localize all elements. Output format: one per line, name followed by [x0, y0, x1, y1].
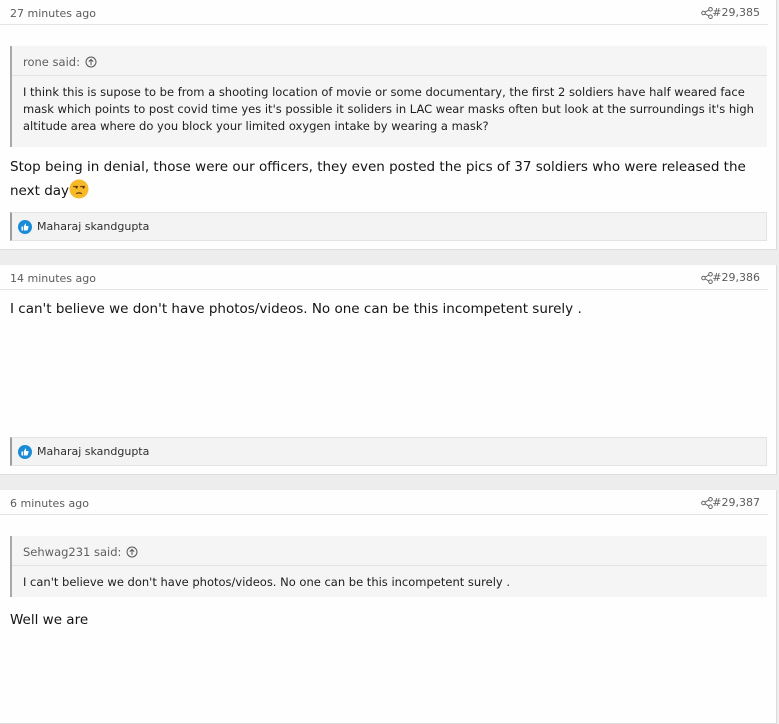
quote-author[interactable]: rone said:	[23, 55, 80, 69]
share-icon[interactable]	[701, 272, 713, 284]
message-text: I can't believe we don't have photos/vid…	[10, 301, 582, 317]
message-text: Stop being in denial, those were our off…	[10, 159, 746, 199]
quote-block: Sehwag231 said: I can't believe we don't…	[10, 536, 767, 597]
quote-header[interactable]: Sehwag231 said:	[12, 536, 767, 566]
reactions-bar[interactable]: Maharaj skandgupta	[10, 212, 767, 241]
post-header: 6 minutes ago #29,387	[0, 490, 768, 515]
post-message: Stop being in denial, those were our off…	[10, 156, 762, 203]
post-29385: 27 minutes ago #29,385 rone said: I thin…	[0, 0, 777, 250]
reaction-users[interactable]: Maharaj skandgupta	[37, 220, 149, 233]
post-number[interactable]: #29,387	[712, 496, 760, 509]
arrow-up-circle-icon[interactable]	[85, 56, 97, 68]
post-time[interactable]: 14 minutes ago	[10, 272, 96, 285]
quote-header[interactable]: rone said:	[12, 46, 767, 76]
post-message: Well we are	[10, 609, 762, 632]
post-header: 27 minutes ago #29,385	[0, 0, 768, 25]
reactions-bar[interactable]: Maharaj skandgupta	[10, 437, 767, 466]
post-message: I can't believe we don't have photos/vid…	[10, 298, 762, 321]
quote-text: I can't believe we don't have photos/vid…	[23, 575, 511, 589]
message-text: Well we are	[10, 612, 89, 628]
share-icon[interactable]	[701, 497, 713, 509]
post-time[interactable]: 6 minutes ago	[10, 497, 89, 510]
post-number[interactable]: #29,385	[712, 6, 760, 19]
post-29387: 6 minutes ago #29,387 Sehwag231 said: I …	[0, 490, 777, 724]
share-icon[interactable]	[701, 7, 713, 19]
post-header: 14 minutes ago #29,386	[0, 265, 768, 290]
like-icon	[18, 444, 32, 459]
arrow-up-circle-icon[interactable]	[126, 546, 138, 558]
quote-text: I think this is supose to be from a shoo…	[23, 85, 754, 133]
like-icon	[18, 219, 32, 234]
unamused-face-emoji	[69, 179, 89, 199]
post-number[interactable]: #29,386	[712, 271, 760, 284]
reaction-users[interactable]: Maharaj skandgupta	[37, 445, 149, 458]
quote-author[interactable]: Sehwag231 said:	[23, 545, 121, 559]
quote-block: rone said: I think this is supose to be …	[10, 46, 767, 147]
post-29386: 14 minutes ago #29,386 I can't believe w…	[0, 265, 777, 475]
post-time[interactable]: 27 minutes ago	[10, 7, 96, 20]
